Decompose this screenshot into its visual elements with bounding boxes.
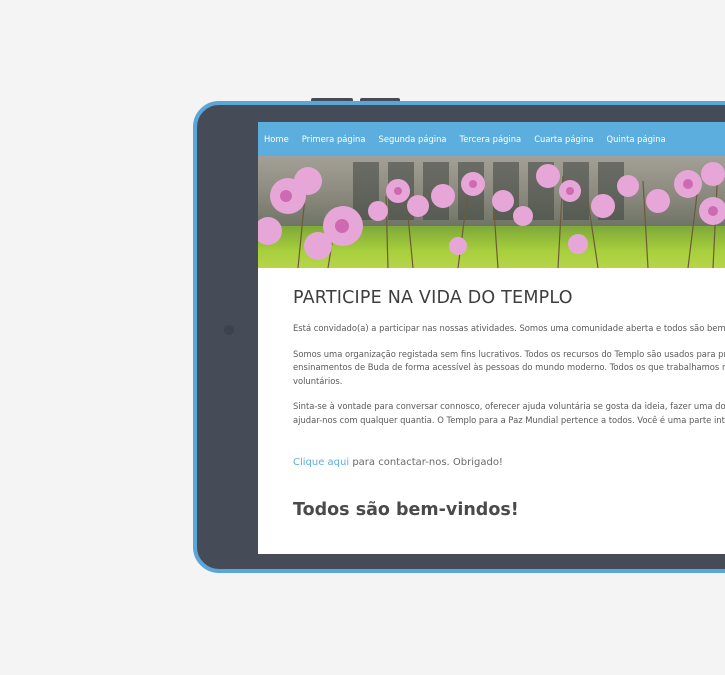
paragraph-line: voluntários. [293,375,343,386]
paragraph-line: Está convidado(a) a participar nas nossa… [293,323,725,333]
paragraph-line: ajudar-nos com qualquer quantia. O Templ… [293,414,725,425]
tablet-screen: Home Primera página Segunda página Terce… [258,122,725,554]
page-title: PARTICIPE NA VIDA DO TEMPLO [293,288,573,308]
contact-line: Clique aqui para contactar-nos. Obrigado… [293,457,725,468]
nav-item-home[interactable]: Home [264,134,289,144]
support-paragraph: Sinta-se à vontade para conversar connos… [293,400,725,427]
contact-text: para contactar-nos. Obrigado! [349,457,503,468]
welcome-heading: Todos são bem-vindos! [293,500,519,520]
nav-item-segunda[interactable]: Segunda página [379,134,447,144]
organization-paragraph: Somos uma organização registada sem fins… [293,348,725,389]
nav-item-tercera[interactable]: Tercera página [460,134,522,144]
hero-image [258,156,725,268]
main-content: PARTICIPE NA VIDA DO TEMPLO Está convida… [258,268,725,520]
nav-item-quinta[interactable]: Quinta página [607,134,666,144]
flowers-illustration [258,162,725,268]
nav-item-cuarta[interactable]: Cuarta página [534,134,593,144]
camera-icon [224,325,234,335]
paragraph-line: Somos uma organização registada sem fins… [293,348,725,359]
paragraph-line: ensinamentos de Buda de forma acessível … [293,362,725,372]
top-navigation: Home Primera página Segunda página Terce… [258,122,725,156]
paragraph-line: Sinta-se à vontade para conversar connos… [293,401,725,411]
intro-paragraph: Está convidado(a) a participar nas nossa… [293,322,725,336]
contact-link[interactable]: Clique aqui [293,457,349,468]
nav-item-primera[interactable]: Primera página [302,134,366,144]
